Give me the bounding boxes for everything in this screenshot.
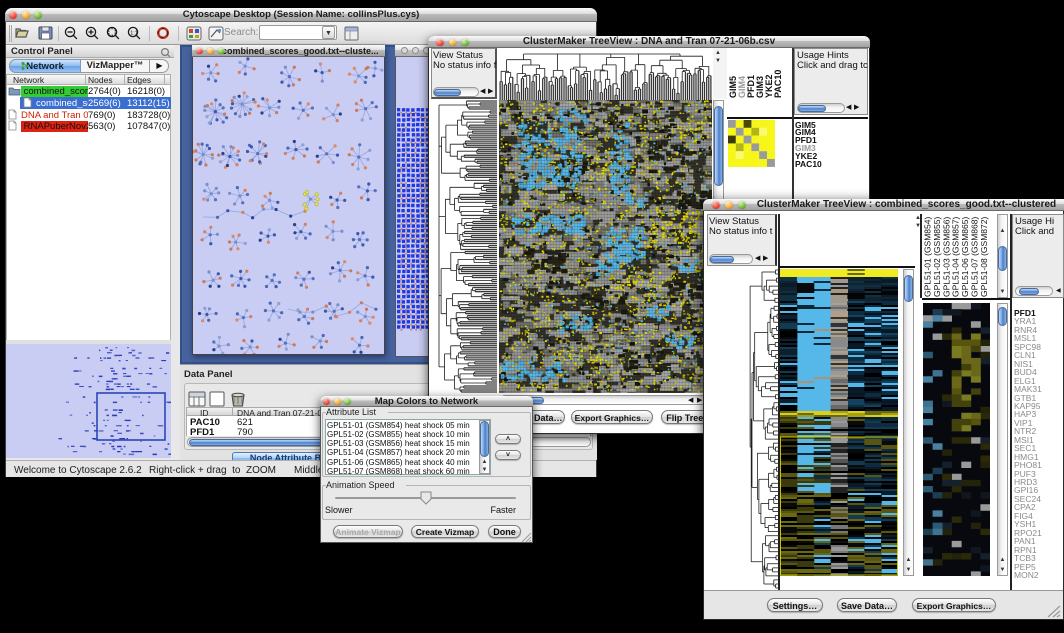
- svg-text:PAC10: PAC10: [773, 70, 783, 98]
- svg-text:1:1: 1:1: [130, 31, 138, 37]
- svg-text:GPL51-08 (GSM872): GPL51-08 (GSM872): [979, 217, 989, 297]
